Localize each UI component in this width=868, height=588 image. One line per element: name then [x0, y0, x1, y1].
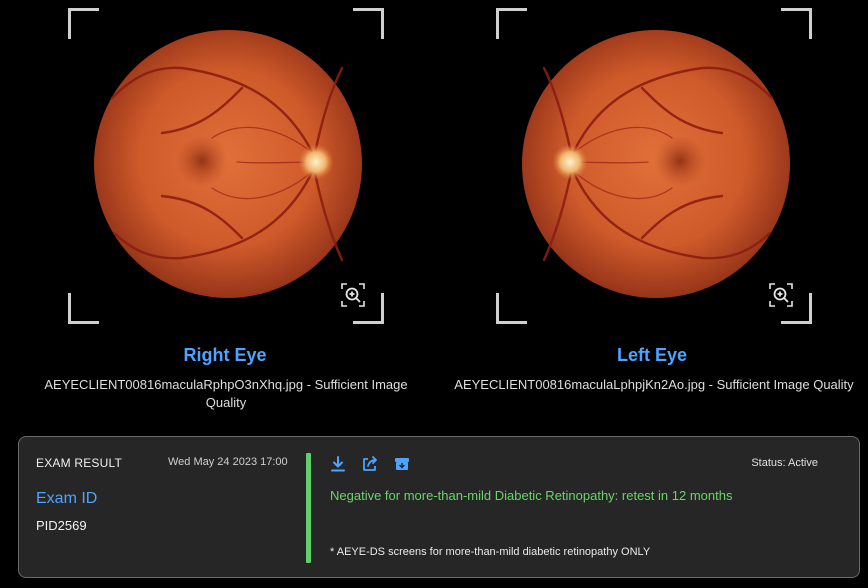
left-eye-title: Left Eye	[616, 345, 688, 365]
exam-footnote: * AEYE-DS screens for more-than-mild dia…	[330, 546, 651, 558]
right-eye-title: Right Eye	[183, 345, 267, 365]
exam-date: Wed May 24 2023 17:00	[168, 456, 288, 468]
left-eye-image-panel	[496, 8, 812, 324]
zoom-in-icon	[341, 283, 365, 307]
archive-button[interactable]	[393, 455, 411, 473]
exam-id-label: Exam ID	[36, 490, 98, 507]
share-button[interactable]	[361, 455, 379, 473]
exam-actions	[329, 455, 411, 473]
archive-icon	[395, 458, 409, 470]
left-eye-zoom-button[interactable]	[768, 282, 794, 308]
right-eye-zoom-button[interactable]	[340, 282, 366, 308]
exam-viewer: Right Eye AEYECLIENT00816maculaRphpO3nXh…	[0, 0, 868, 588]
zoom-in-icon	[769, 283, 793, 307]
download-button[interactable]	[329, 455, 347, 473]
share-icon	[363, 456, 377, 471]
right-eye-file-info: AEYECLIENT00816maculaRphpO3nXhq.jpg - Su…	[44, 377, 408, 410]
left-eye-file-info: AEYECLIENT00816maculaLphpjKn2Ao.jpg - Su…	[454, 377, 854, 392]
right-eye-fundus-image[interactable]	[92, 28, 364, 300]
result-indicator-bar	[306, 453, 311, 563]
exam-id-value: PID2569	[36, 518, 87, 533]
left-eye-fundus-image[interactable]	[520, 28, 792, 300]
status-label: Status: Active	[751, 457, 818, 469]
exam-result-label: EXAM RESULT	[36, 456, 122, 470]
exam-result-text: Negative for more-than-mild Diabetic Ret…	[330, 488, 733, 503]
download-icon	[331, 456, 345, 472]
right-eye-image-panel	[68, 8, 384, 324]
exam-result-card: EXAM RESULT Wed May 24 2023 17:00 Exam I…	[18, 436, 860, 578]
